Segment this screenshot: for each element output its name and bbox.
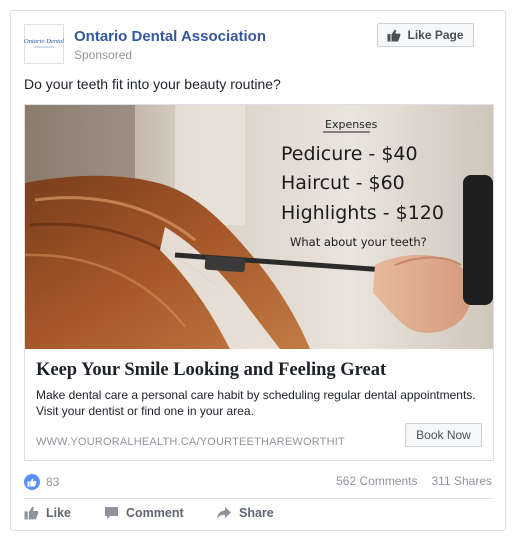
like-page-label: Like Page	[407, 28, 464, 42]
comment-label: Comment	[126, 506, 184, 520]
divider	[24, 498, 494, 499]
page-avatar[interactable]: Ontario Dental ASSOCIATION	[24, 24, 64, 64]
share-label: Share	[239, 506, 274, 520]
like-page-button[interactable]: Like Page	[377, 23, 474, 47]
thumbs-up-icon	[24, 506, 39, 520]
image-text-question: What about your teeth?	[290, 235, 427, 249]
image-text-heading: Expenses	[325, 118, 378, 131]
reaction-summary[interactable]: 83	[24, 474, 59, 490]
share-button[interactable]: Share	[216, 506, 274, 520]
share-count[interactable]: 311 Shares	[432, 474, 493, 488]
image-text-line2: Haircut - $60	[281, 172, 405, 194]
like-label: Like	[46, 506, 72, 520]
like-count: 83	[46, 475, 60, 489]
action-bar: Like Comment Share	[24, 506, 494, 526]
image-text-line3: Highlights - $120	[281, 202, 444, 224]
share-arrow-icon	[217, 507, 231, 519]
ad-link-card[interactable]: Expenses Pedicure - $40 Haircut - $60 Hi…	[24, 104, 494, 461]
comment-button[interactable]: Comment	[104, 506, 184, 520]
page-name-link[interactable]: Ontario Dental Association	[74, 28, 266, 45]
comment-count[interactable]: 562 Comments	[336, 474, 417, 488]
post-text: Do your teeth fit into your beauty routi…	[24, 76, 281, 92]
ad-image[interactable]: Expenses Pedicure - $40 Haircut - $60 Hi…	[25, 105, 493, 349]
sponsored-label[interactable]: Sponsored	[74, 48, 132, 62]
sponsored-post-card: Ontario Dental ASSOCIATION Ontario Denta…	[10, 10, 506, 531]
ad-description: Make dental care a personal care habit b…	[36, 388, 476, 418]
ontario-dental-logo: Ontario Dental ASSOCIATION	[24, 37, 64, 50]
like-button[interactable]: Like	[24, 506, 71, 520]
ad-headline[interactable]: Keep Your Smile Looking and Feeling Grea…	[36, 360, 386, 381]
thumbs-up-icon	[387, 29, 401, 41]
engagement-counts: 562 Comments 311 Shares	[336, 474, 492, 488]
image-text-line1: Pedicure - $40	[281, 143, 418, 165]
ad-display-url: WWW.YOURORALHEALTH.CA/YOURTEETHAREWORTHI…	[36, 436, 345, 448]
book-now-button[interactable]: Book Now	[405, 423, 482, 447]
comment-bubble-icon	[105, 507, 118, 519]
like-reaction-icon	[24, 474, 40, 490]
